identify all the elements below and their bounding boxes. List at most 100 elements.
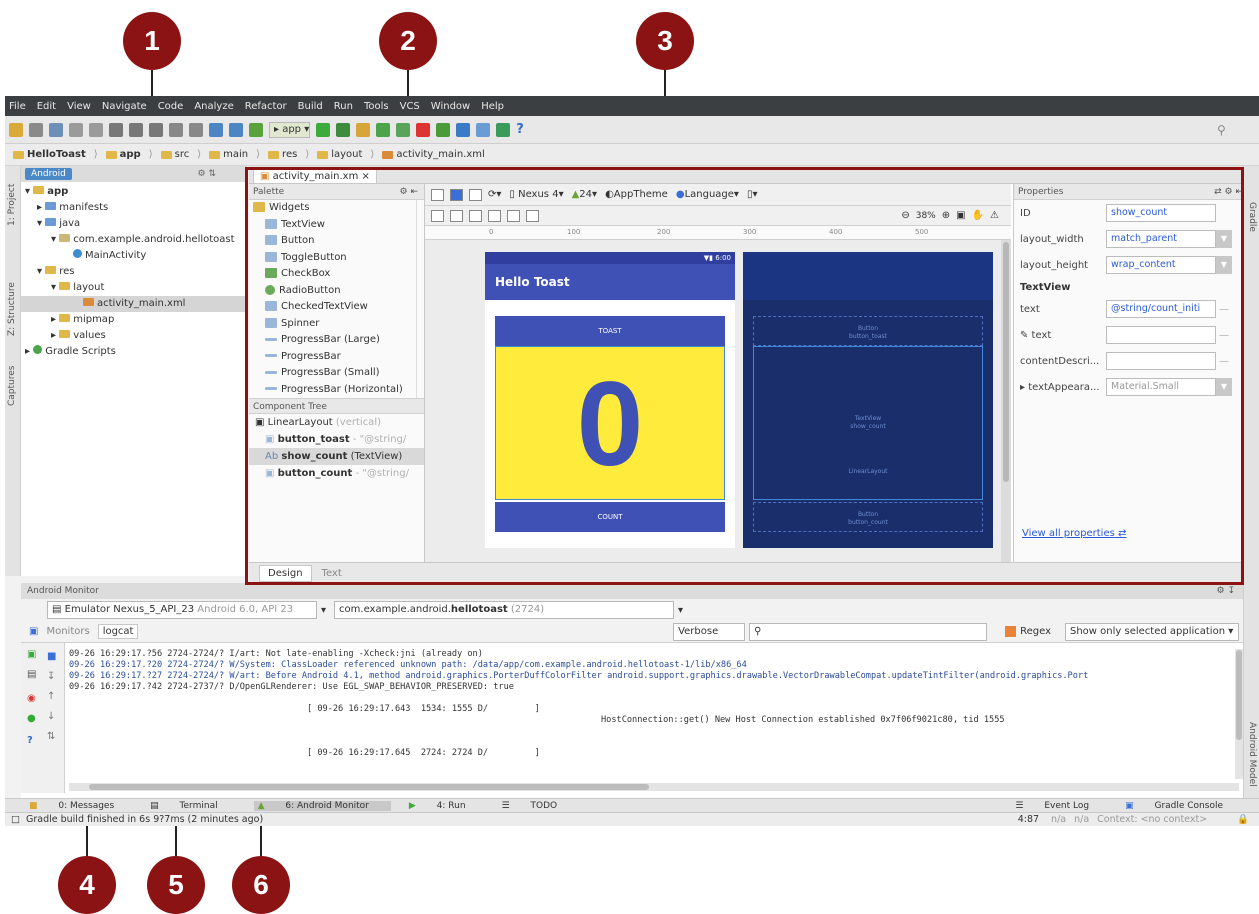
screenshot-icon[interactable]: ▣ <box>29 626 38 637</box>
help-icon[interactable]: ? <box>27 735 33 746</box>
android-device-monitor-icon[interactable] <box>496 122 511 137</box>
log-level-select[interactable]: Verbose <box>673 622 746 641</box>
run-config-select[interactable]: ▸ app ▾ <box>269 121 311 138</box>
tab-gradle-console[interactable]: ▣ Gradle Console <box>1125 801 1241 811</box>
tree-item-package[interactable]: ▾ com.example.android.hellotoast <box>21 232 246 248</box>
captures-tool-tab[interactable]: Captures <box>7 366 17 406</box>
tab-terminal[interactable]: ▤ Terminal <box>150 801 235 811</box>
menu-edit[interactable]: Edit <box>37 101 56 112</box>
breadcrumb-layout[interactable]: layout <box>317 149 362 160</box>
dropdown-icon[interactable]: ▾ <box>678 605 683 616</box>
android-view-selector[interactable]: Android <box>25 168 72 180</box>
paste-icon[interactable] <box>149 122 163 137</box>
gradle-tool-tab[interactable]: Gradle <box>1247 202 1257 232</box>
tree-item-layout[interactable]: ▾ layout <box>21 280 246 296</box>
tree-item-mainactivity[interactable]: MainActivity <box>21 248 246 264</box>
up-icon[interactable]: ↑ <box>47 691 55 702</box>
project-structure-icon[interactable] <box>476 122 491 137</box>
terminate-icon[interactable]: ● <box>27 713 36 724</box>
tab-todo[interactable]: ☰ TODO <box>502 801 576 811</box>
menu-run[interactable]: Run <box>334 101 353 112</box>
sync-icon[interactable] <box>49 122 63 137</box>
logcat-output[interactable]: 09-26 16:29:17.?56 2724-2724/? I/art: No… <box>69 649 1243 779</box>
menu-vcs[interactable]: VCS <box>400 101 420 112</box>
run-icon[interactable] <box>316 122 331 137</box>
tree-item-gradle-scripts[interactable]: ▸ Gradle Scripts <box>21 344 246 360</box>
tree-item-java[interactable]: ▾ java <box>21 216 246 232</box>
sdk-manager-icon[interactable] <box>456 122 471 137</box>
stop-icon[interactable] <box>416 122 431 137</box>
process-select[interactable]: com.example.android.hellotoast (2724) <box>334 601 675 619</box>
filter-select[interactable]: Show only selected application ▾ <box>1065 622 1239 641</box>
menu-help[interactable]: Help <box>481 101 504 112</box>
tree-item-activity-main[interactable]: activity_main.xml <box>21 296 246 312</box>
breadcrumb-src[interactable]: src <box>160 149 189 160</box>
attach-debugger-icon[interactable] <box>376 122 391 137</box>
menu-navigate[interactable]: Navigate <box>102 101 147 112</box>
dropdown-icon[interactable]: ▾ <box>321 605 326 616</box>
device-select[interactable]: ▤ Emulator Nexus_5_API_23 Android 6.0, A… <box>47 601 317 619</box>
breadcrumb-app[interactable]: app <box>105 149 141 160</box>
regex-checkbox[interactable] <box>1005 626 1017 637</box>
redo-icon[interactable] <box>89 122 103 137</box>
tab-messages[interactable]: ■ 0: Messages <box>29 801 132 811</box>
logcat-search-input[interactable]: ⚲ <box>749 622 988 641</box>
search-everywhere-icon[interactable]: ⚲ <box>1217 123 1231 137</box>
undo-icon[interactable] <box>69 122 83 137</box>
back-icon[interactable] <box>209 122 223 137</box>
gear-icon[interactable]: ⚙ ↧ <box>1217 583 1235 599</box>
run-icon[interactable]: ▣ <box>27 649 36 660</box>
scroll-to-end-icon[interactable]: ↧ <box>47 671 55 682</box>
menu-refactor[interactable]: Refactor <box>245 101 287 112</box>
tree-item-values[interactable]: ▸ values <box>21 328 246 344</box>
breadcrumb-main[interactable]: main <box>209 149 248 160</box>
menu-build[interactable]: Build <box>298 101 323 112</box>
tree-item-app[interactable]: ▾ app <box>21 184 246 200</box>
breadcrumb-res[interactable]: res <box>268 149 297 160</box>
apply-changes-icon[interactable] <box>356 122 371 137</box>
structure-tool-tab[interactable]: Z: Structure <box>7 282 17 336</box>
avd-manager-icon[interactable] <box>436 122 451 137</box>
file-encoding[interactable]: n/a <box>1074 814 1089 825</box>
gradle-sync-icon[interactable] <box>396 122 411 137</box>
tab-monitors[interactable]: Monitors <box>46 626 89 637</box>
lock-icon[interactable]: 🔒 <box>1237 814 1249 825</box>
tab-logcat[interactable]: logcat <box>97 624 139 639</box>
menu-analyze[interactable]: Analyze <box>194 101 233 112</box>
stop-icon[interactable]: ◉ <box>27 693 36 704</box>
line-separator[interactable]: n/a <box>1051 814 1066 825</box>
cut-icon[interactable] <box>109 122 123 137</box>
menu-view[interactable]: View <box>67 101 91 112</box>
tab-event-log[interactable]: ☰ Event Log <box>1015 801 1107 811</box>
tree-item-mipmap[interactable]: ▸ mipmap <box>21 312 246 328</box>
menu-window[interactable]: Window <box>431 101 470 112</box>
replace-icon[interactable] <box>189 122 203 137</box>
camera-icon[interactable]: ▤ <box>27 669 36 680</box>
log-horizontal-scrollbar[interactable] <box>69 783 1239 791</box>
breadcrumb-activity-main[interactable]: activity_main.xml <box>382 149 485 160</box>
menu-file[interactable]: File <box>9 101 26 112</box>
down-icon[interactable]: ↓ <box>47 711 55 722</box>
gear-icon[interactable]: ⚙ ⇅ <box>198 169 216 179</box>
find-icon[interactable] <box>169 122 183 137</box>
caret-position[interactable]: 4:87 <box>1018 814 1039 825</box>
copy-icon[interactable] <box>129 122 143 137</box>
tree-item-manifests[interactable]: ▸ manifests <box>21 200 246 216</box>
save-icon[interactable] <box>29 122 43 137</box>
debug-icon[interactable] <box>336 122 351 137</box>
breadcrumb-hellotoast[interactable]: HelloToast <box>13 149 86 160</box>
help-icon[interactable]: ? <box>516 122 530 137</box>
menu-code[interactable]: Code <box>158 101 184 112</box>
clear-logcat-icon[interactable]: ■ <box>47 651 56 662</box>
forward-icon[interactable] <box>229 122 243 137</box>
project-tool-tab[interactable]: 1: Project <box>7 184 17 226</box>
log-vertical-scrollbar[interactable] <box>1235 649 1243 779</box>
android-model-tool-tab[interactable]: Android Model <box>1247 722 1257 787</box>
restart-icon[interactable]: ⇅ <box>47 731 55 742</box>
context-indicator[interactable]: Context: <no context> <box>1097 814 1207 825</box>
make-project-icon[interactable] <box>249 122 263 137</box>
tree-item-res[interactable]: ▾ res <box>21 264 246 280</box>
menu-tools[interactable]: Tools <box>364 101 389 112</box>
tab-android-monitor[interactable]: ▲ 6: Android Monitor <box>253 800 391 811</box>
open-folder-icon[interactable] <box>9 122 23 137</box>
